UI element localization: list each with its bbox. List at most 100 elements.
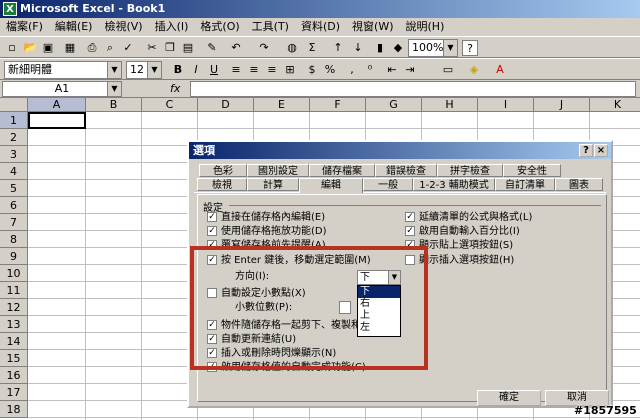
undo-icon[interactable]: ↶ [228, 40, 244, 56]
align-left-icon[interactable]: ≡ [228, 62, 244, 78]
menu-item[interactable]: 說明(H) [400, 18, 451, 36]
help-icon[interactable]: ? [579, 144, 593, 157]
selected-cell[interactable] [28, 112, 86, 129]
column-header[interactable]: J [534, 98, 590, 112]
tab-3-tabs_row2[interactable]: 一般 [363, 178, 413, 191]
row-header[interactable]: 7 [0, 214, 28, 231]
menu-item[interactable]: 插入(I) [149, 18, 195, 36]
row-header[interactable]: 5 [0, 180, 28, 197]
tab-2-tabs_row1[interactable]: 儲存檔案 [309, 164, 375, 177]
font-name-combo[interactable]: 新細明體 ▼ [4, 61, 122, 79]
borders-icon[interactable]: ▭ [440, 62, 456, 78]
formula-input[interactable] [190, 81, 636, 97]
tab-6-tabs_row2[interactable]: 圖表 [555, 178, 603, 191]
checkbox-checked-icon[interactable]: ✓ [207, 226, 217, 236]
menu-item[interactable]: 資料(D) [295, 18, 346, 36]
option-checkbox[interactable]: ✓ 直接在儲存格內編輯(E) [207, 212, 325, 224]
column-header[interactable]: C [142, 98, 198, 112]
open-icon[interactable]: 📂 [22, 40, 38, 56]
hyperlink-icon[interactable]: ◍ [284, 40, 300, 56]
ok-button[interactable]: 確定 [477, 390, 541, 406]
save-icon[interactable]: ▣ [40, 40, 56, 56]
underline-button[interactable]: U [206, 62, 222, 78]
align-right-icon[interactable]: ≡ [264, 62, 280, 78]
row-header[interactable]: 14 [0, 333, 28, 350]
menu-item[interactable]: 視窗(W) [346, 18, 399, 36]
checkbox-checked-icon[interactable]: ✓ [207, 212, 217, 222]
drawing-icon[interactable]: ◆ [390, 40, 406, 56]
tab-1-tabs_row1[interactable]: 國別設定 [247, 164, 309, 177]
font-size-combo[interactable]: 12 ▼ [126, 61, 162, 79]
checkbox-checked-icon[interactable]: ✓ [405, 212, 415, 222]
currency-button[interactable]: $ [304, 62, 320, 78]
print-preview-icon[interactable]: ⌕ [102, 40, 118, 56]
option-checkbox[interactable]: ✓ 使用儲存格拖放功能(D) [207, 226, 327, 238]
merge-center-icon[interactable]: ⊞ [282, 62, 298, 78]
new-icon[interactable]: ▫ [4, 40, 20, 56]
help-icon[interactable]: ? [462, 40, 478, 56]
column-header[interactable]: B [86, 98, 142, 112]
menu-item[interactable]: 檔案(F) [0, 18, 49, 36]
tab-5-tabs_row2[interactable]: 自訂清單 [495, 178, 555, 191]
copy-icon[interactable]: ❐ [162, 40, 178, 56]
menu-item[interactable]: 格式(O) [194, 18, 245, 36]
tab-3-tabs_row1[interactable]: 錯誤檢查 [375, 164, 437, 177]
row-header[interactable]: 1 [0, 112, 28, 129]
permission-icon[interactable]: ▦ [62, 40, 78, 56]
chart-wizard-icon[interactable]: ▮ [372, 40, 388, 56]
column-header[interactable]: I [478, 98, 534, 112]
row-header[interactable]: 8 [0, 231, 28, 248]
tab-5-tabs_row1[interactable]: 安全性 [503, 164, 561, 177]
column-header[interactable]: K [590, 98, 640, 112]
decrease-indent-icon[interactable]: ⇤ [384, 62, 400, 78]
menu-item[interactable]: 工具(T) [246, 18, 295, 36]
row-header[interactable]: 18 [0, 401, 28, 418]
spelling-icon[interactable]: ✓ [120, 40, 136, 56]
option-checkbox[interactable]: ✓ 啟用自動輸入百分比(I) [405, 226, 520, 238]
redo-icon[interactable]: ↷ [256, 40, 272, 56]
column-header[interactable]: D [198, 98, 254, 112]
chevron-down-icon[interactable]: ▼ [147, 62, 161, 78]
column-header[interactable]: F [310, 98, 366, 112]
tab-1-tabs_row2[interactable]: 計算 [247, 178, 299, 191]
close-icon[interactable]: × [594, 144, 608, 157]
tab-0-tabs_row1[interactable]: 色彩 [199, 164, 247, 177]
tab-4-tabs_row2[interactable]: 1-2-3 輔助模式 [413, 178, 495, 191]
row-header[interactable]: 17 [0, 384, 28, 401]
tab-2-tabs_row2[interactable]: 編輯 [299, 178, 363, 193]
chevron-down-icon[interactable]: ▼ [107, 62, 121, 78]
sort-ascending-icon[interactable]: ↑ [330, 40, 346, 56]
percent-button[interactable]: % [322, 62, 338, 78]
checkbox-checked-icon[interactable]: ✓ [405, 226, 415, 236]
sort-descending-icon[interactable]: ↓ [350, 40, 366, 56]
row-header[interactable]: 4 [0, 163, 28, 180]
row-header[interactable]: 3 [0, 146, 28, 163]
column-header[interactable]: H [422, 98, 478, 112]
column-header[interactable]: A [28, 98, 86, 112]
select-all-corner[interactable] [0, 98, 28, 112]
align-center-icon[interactable]: ≡ [246, 62, 262, 78]
row-header[interactable]: 16 [0, 367, 28, 384]
cut-icon[interactable]: ✂ [144, 40, 160, 56]
row-header[interactable]: 11 [0, 282, 28, 299]
fx-icon[interactable]: fx [170, 81, 180, 97]
zoom-combo[interactable]: 100% ▼ [408, 39, 458, 57]
fill-color-icon[interactable]: ◈ [466, 62, 482, 78]
row-header[interactable]: 9 [0, 248, 28, 265]
chevron-down-icon[interactable]: ▼ [443, 40, 457, 56]
option-checkbox[interactable]: ✓ 延續清單的公式與格式(L) [405, 212, 532, 224]
increase-decimal-icon[interactable]: ⁰ [362, 62, 378, 78]
tab-0-tabs_row2[interactable]: 檢視 [197, 178, 247, 191]
row-header[interactable]: 15 [0, 350, 28, 367]
row-header[interactable]: 10 [0, 265, 28, 282]
format-painter-icon[interactable]: ✎ [204, 40, 220, 56]
row-header[interactable]: 2 [0, 129, 28, 146]
column-header[interactable]: G [366, 98, 422, 112]
row-header[interactable]: 6 [0, 197, 28, 214]
autosum-icon[interactable]: Σ [304, 40, 320, 56]
decrease-decimal-icon[interactable]: , [344, 62, 360, 78]
font-color-icon[interactable]: A [492, 62, 508, 78]
menu-item[interactable]: 編輯(E) [49, 18, 99, 36]
row-header[interactable]: 12 [0, 299, 28, 316]
chevron-down-icon[interactable]: ▼ [107, 82, 121, 96]
